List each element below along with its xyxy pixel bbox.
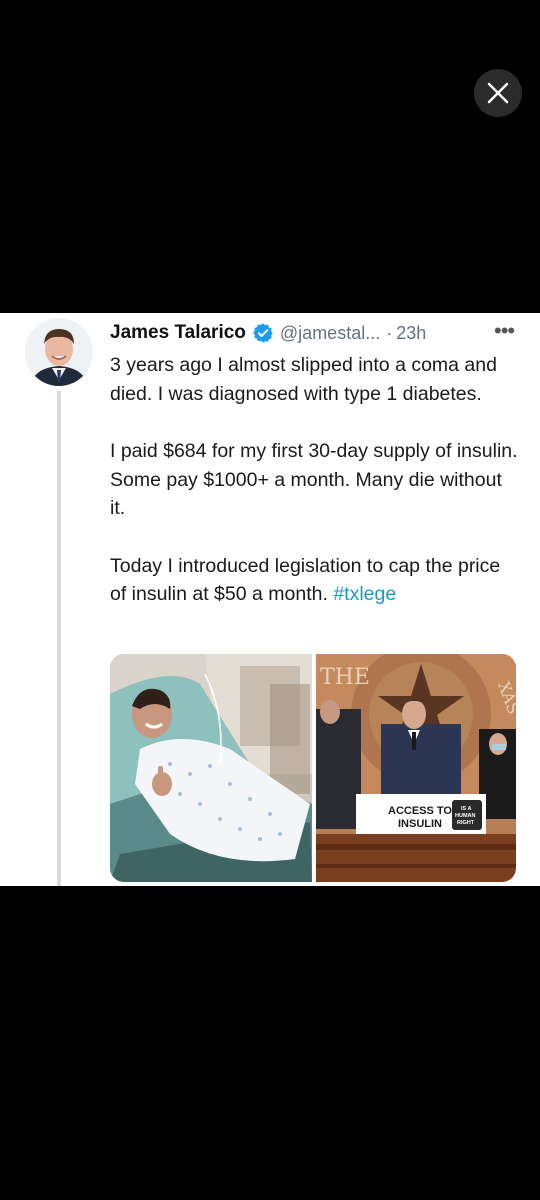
seal-letters-left: THE xyxy=(320,665,370,690)
tweet-paragraph: 3 years ago I almost slipped into a coma… xyxy=(110,354,497,405)
verified-badge-icon xyxy=(253,323,273,343)
tweet-paragraph: Today I introduced legislation to cap th… xyxy=(110,554,501,606)
badge-text-line3: RIGHT xyxy=(457,820,475,826)
timestamp[interactable]: 23h xyxy=(396,323,426,344)
separator-dot: · xyxy=(386,322,393,343)
hospital-photo[interactable] xyxy=(110,654,312,882)
tweet-card: James Talarico @jamestal... · 23h ••• 3 … xyxy=(0,313,540,886)
press-conference-photo[interactable]: THE XAS ACCESS TO INSULIN IS A HUMAN RIG… xyxy=(316,654,516,882)
tweet-media: THE XAS ACCESS TO INSULIN IS A HUMAN RIG… xyxy=(110,654,516,882)
avatar[interactable] xyxy=(25,318,93,386)
badge-text-line2: HUMAN xyxy=(455,813,475,819)
close-icon xyxy=(487,82,509,104)
close-button[interactable] xyxy=(474,69,522,117)
tweet-paragraph: I paid $684 for my first 30-day supply o… xyxy=(110,440,518,519)
thread-line xyxy=(57,391,61,886)
hashtag-link[interactable]: #txlege xyxy=(333,583,396,605)
tweet-text: 3 years ago I almost slipped into a coma… xyxy=(110,351,520,638)
more-options-icon[interactable]: ••• xyxy=(494,318,515,344)
sign-text-line2: INSULIN xyxy=(398,818,442,830)
author-handle[interactable]: @jamestal... xyxy=(280,323,380,344)
badge-text-line1: IS A xyxy=(461,806,472,812)
sign-text-line1: ACCESS TO xyxy=(388,805,452,817)
tweet-header: James Talarico @jamestal... · 23h ••• xyxy=(110,318,530,348)
author-name[interactable]: James Talarico xyxy=(110,322,246,344)
